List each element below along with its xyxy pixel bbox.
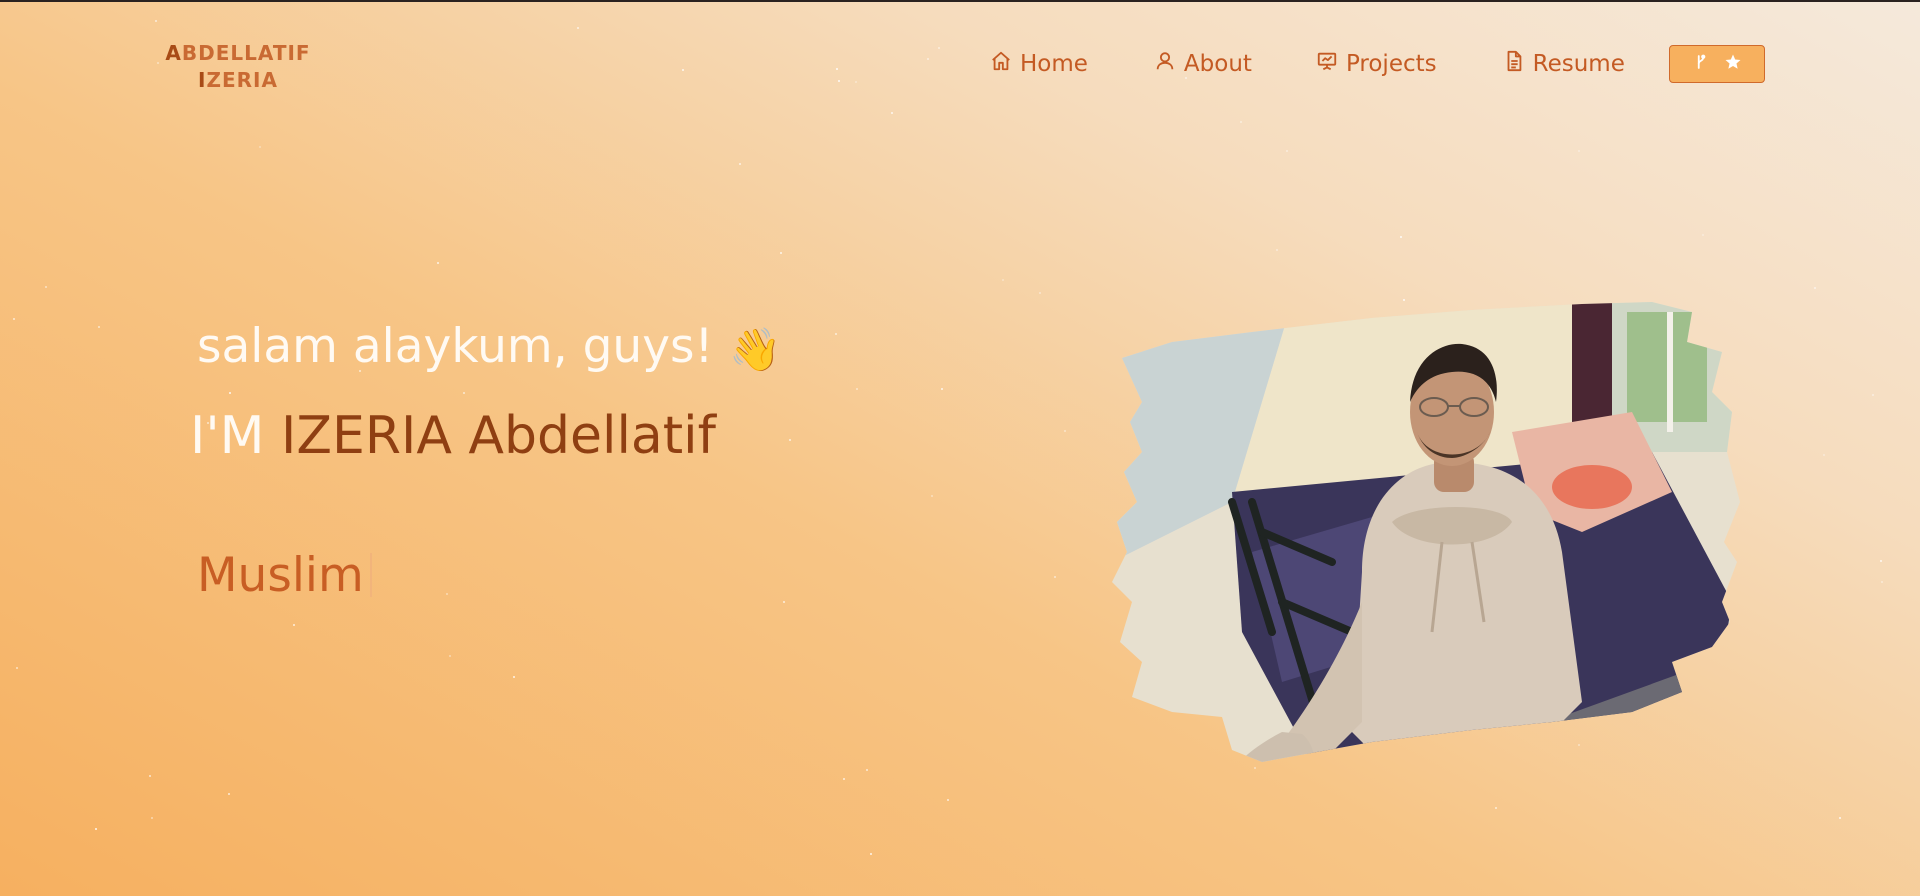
star-dot	[1495, 807, 1497, 809]
star-dot	[1064, 430, 1066, 432]
star-dot	[838, 80, 840, 82]
star-dot	[789, 439, 791, 441]
star-dot	[449, 655, 451, 657]
star-dot	[95, 828, 97, 830]
star-dot	[739, 163, 741, 165]
hero-greeting: salam alaykum, guys! 👋	[197, 319, 782, 375]
github-fork-star-button[interactable]	[1668, 45, 1765, 83]
star-dot	[13, 318, 15, 320]
logo-line-1: ABDELLATIF	[165, 41, 311, 65]
star-dot	[843, 778, 845, 780]
document-icon	[1503, 50, 1525, 78]
star-dot	[938, 47, 940, 49]
star-dot	[1039, 292, 1041, 294]
star-dot	[856, 388, 858, 390]
star-dot	[513, 676, 515, 678]
git-fork-icon	[1692, 53, 1710, 75]
intro-prefix: I'M	[190, 406, 265, 466]
star-dot	[927, 58, 929, 60]
star-dot	[229, 392, 231, 394]
home-icon	[990, 50, 1012, 78]
star-dot	[866, 769, 868, 771]
star-dot	[1286, 150, 1288, 152]
presentation-icon	[1316, 50, 1338, 78]
star-dot	[577, 27, 579, 29]
star-dot	[45, 286, 47, 288]
star-dot	[98, 326, 100, 328]
nav-resume-label: Resume	[1532, 51, 1625, 77]
nav-about[interactable]: About	[1154, 50, 1252, 78]
typed-word: Muslim	[197, 548, 364, 603]
star-dot	[1814, 287, 1816, 289]
nav-home[interactable]: Home	[990, 50, 1088, 78]
star-dot	[891, 112, 893, 114]
star-dot	[1881, 581, 1883, 583]
main-nav: Home About Projects Resume	[990, 44, 1765, 84]
star-dot	[682, 69, 684, 71]
nav-home-label: Home	[1020, 51, 1088, 77]
star-dot	[155, 20, 157, 22]
star-dot	[1872, 394, 1874, 396]
star-dot	[293, 624, 295, 626]
nav-projects-label: Projects	[1345, 51, 1437, 77]
star-dot	[1823, 454, 1825, 456]
user-icon	[1154, 50, 1176, 78]
star-dot	[446, 593, 448, 595]
star-dot	[16, 667, 18, 669]
hero-intro: I'M IZERIA Abdellatif	[190, 406, 716, 466]
site-logo[interactable]: ABDELLATIF IZERIA	[158, 40, 318, 94]
star-dot	[1054, 576, 1056, 578]
star-dot	[1002, 279, 1004, 281]
typing-caret	[369, 553, 372, 597]
star-dot	[941, 388, 943, 390]
star-dot	[836, 68, 838, 70]
star-dot	[1578, 150, 1580, 152]
star-dot	[437, 262, 439, 264]
star-dot	[1702, 234, 1704, 236]
wave-hand-icon: 👋	[729, 325, 782, 374]
star-dot	[1276, 249, 1278, 251]
star-dot	[228, 793, 230, 795]
star-icon	[1724, 53, 1742, 75]
nav-resume[interactable]: Resume	[1503, 50, 1625, 78]
star-dot	[931, 495, 933, 497]
profile-photo	[1112, 302, 1744, 770]
star-dot	[259, 146, 261, 148]
star-dot	[835, 333, 837, 335]
star-dot	[855, 81, 857, 83]
star-dot	[1400, 236, 1402, 238]
star-dot	[1880, 560, 1882, 562]
star-dot	[1403, 299, 1405, 301]
typewriter-text: Muslim	[197, 548, 372, 603]
hero-name: IZERIA Abdellatif	[281, 406, 716, 466]
star-dot	[149, 775, 151, 777]
star-dot	[870, 853, 872, 855]
star-dot	[947, 799, 949, 801]
star-dot	[463, 392, 465, 394]
greeting-text: salam alaykum, guys!	[197, 319, 714, 374]
logo-line-2: IZERIA	[198, 68, 278, 92]
star-dot	[783, 601, 785, 603]
star-dot	[1839, 817, 1841, 819]
nav-projects[interactable]: Projects	[1316, 50, 1437, 78]
nav-about-label: About	[1183, 51, 1252, 77]
star-dot	[1240, 121, 1242, 123]
star-dot	[151, 817, 153, 819]
star-dot	[780, 252, 782, 254]
